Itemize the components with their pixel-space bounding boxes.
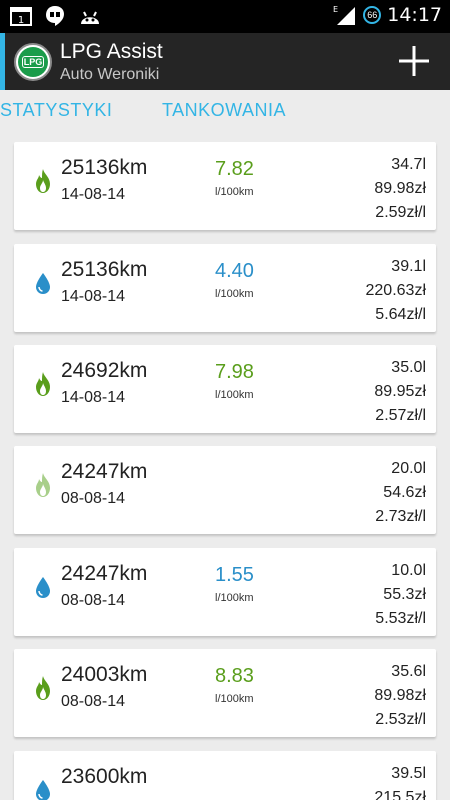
drop-icon: [36, 780, 50, 800]
drawer-indicator[interactable]: [0, 33, 5, 90]
total-cost: 55.3zł: [383, 586, 426, 603]
odometer: 24692km: [61, 359, 148, 382]
refuel-card[interactable]: 24692km 14-08-14 7.98 l/100km 35.0l 89.95zł 2.…: [14, 345, 436, 433]
total-cost: 89.98zł: [374, 180, 426, 197]
tab-tankowania[interactable]: TANKOWANIA: [162, 100, 286, 121]
fuel-volume: 39.1l: [391, 258, 426, 275]
fuel-volume: 20.0l: [391, 460, 426, 477]
total-cost: 54.6zł: [383, 484, 426, 501]
add-icon[interactable]: [398, 45, 430, 77]
odometer: 23600km: [61, 765, 148, 788]
fuel-volume: 39.5l: [391, 765, 426, 782]
odometer: 25136km: [61, 156, 148, 179]
refuel-card[interactable]: 25136km 14-08-14 7.82 l/100km 34.7l 89.98zł 2.…: [14, 142, 436, 230]
refuel-card[interactable]: 24003km 08-08-14 8.83 l/100km 35.6l 89.98zł 2.…: [14, 649, 436, 737]
clock: 14:17: [387, 4, 442, 26]
flame-icon: [36, 473, 50, 497]
app-title: LPG Assist: [60, 40, 163, 63]
price-per-liter: 5.64zł/l: [375, 306, 426, 323]
fuel-volume: 10.0l: [391, 562, 426, 579]
odometer: 24247km: [61, 460, 148, 483]
price-per-liter: 2.73zł/l: [375, 508, 426, 525]
total-cost: 220.63zł: [365, 282, 427, 299]
fuel-volume: 34.7l: [391, 156, 426, 173]
odometer: 24247km: [61, 562, 148, 585]
consumption-value: 1.55: [215, 564, 254, 586]
consumption-unit: l/100km: [215, 186, 254, 198]
calendar-notification-icon: 1: [10, 7, 32, 26]
flame-icon: [36, 169, 50, 193]
refuel-card[interactable]: 24247km 08-08-14 1.55 l/100km 10.0l 55.3zł 5.5…: [14, 548, 436, 636]
status-system: E 66 14:17: [333, 4, 442, 26]
refuel-card[interactable]: 25136km 14-08-14 4.40 l/100km 39.1l 220.63zł 5…: [14, 244, 436, 332]
total-cost: 215.5zł: [374, 789, 426, 800]
battery-percent-icon: 66: [363, 6, 382, 24]
android-debug-icon: [81, 11, 99, 24]
refuel-date: 14-08-14: [61, 389, 126, 406]
consumption-value: 7.98: [215, 361, 254, 383]
refuel-date: 08-08-14: [61, 693, 126, 710]
status-bar: 1 E 66 14:17: [0, 0, 450, 33]
tab-statystyki[interactable]: STATYSTYKI: [0, 100, 112, 121]
refuel-card[interactable]: 23600km 39.5l 215.5zł: [14, 751, 436, 800]
consumption-unit: l/100km: [215, 592, 254, 604]
app-logo[interactable]: LPG: [14, 43, 52, 81]
consumption-value: 8.83: [215, 665, 254, 687]
car-name[interactable]: Auto Weroniki: [60, 66, 159, 84]
refuel-date: 14-08-14: [61, 186, 126, 203]
flame-icon: [36, 676, 50, 700]
refuel-date: 08-08-14: [61, 490, 126, 507]
status-notifications: 1: [10, 5, 102, 27]
logo-circle: LPG: [18, 47, 48, 77]
flame-icon: [36, 372, 50, 396]
refuel-card[interactable]: 24247km 08-08-14 20.0l 54.6zł 2.73zł/l: [14, 446, 436, 534]
odometer: 24003km: [61, 663, 148, 686]
consumption-unit: l/100km: [215, 693, 254, 705]
total-cost: 89.95zł: [374, 383, 426, 400]
refuel-list[interactable]: 25136km 14-08-14 7.82 l/100km 34.7l 89.98zł 2.…: [0, 130, 450, 800]
fuel-volume: 35.0l: [391, 359, 426, 376]
total-cost: 89.98zł: [374, 687, 426, 704]
fuel-volume: 35.6l: [391, 663, 426, 680]
signal-icon: E: [333, 5, 356, 25]
logo-text: LPG: [21, 56, 45, 68]
action-bar: LPG LPG Assist Auto Weroniki: [0, 33, 450, 90]
drop-icon: [36, 273, 50, 294]
tab-strip: STATYSTYKI TANKOWANIA: [0, 90, 450, 130]
odometer: 25136km: [61, 258, 148, 281]
svg-text:E: E: [333, 5, 338, 14]
hangouts-icon: [46, 6, 64, 26]
price-per-liter: 5.53zł/l: [375, 610, 426, 627]
consumption-unit: l/100km: [215, 389, 254, 401]
refuel-date: 08-08-14: [61, 592, 126, 609]
calendar-day: 1: [18, 15, 24, 26]
consumption-value: 7.82: [215, 158, 254, 180]
consumption-unit: l/100km: [215, 288, 254, 300]
price-per-liter: 2.59zł/l: [375, 204, 426, 221]
price-per-liter: 2.53zł/l: [375, 711, 426, 728]
price-per-liter: 2.57zł/l: [375, 407, 426, 424]
consumption-value: 4.40: [215, 260, 254, 282]
refuel-date: 14-08-14: [61, 288, 126, 305]
drop-icon: [36, 577, 50, 598]
